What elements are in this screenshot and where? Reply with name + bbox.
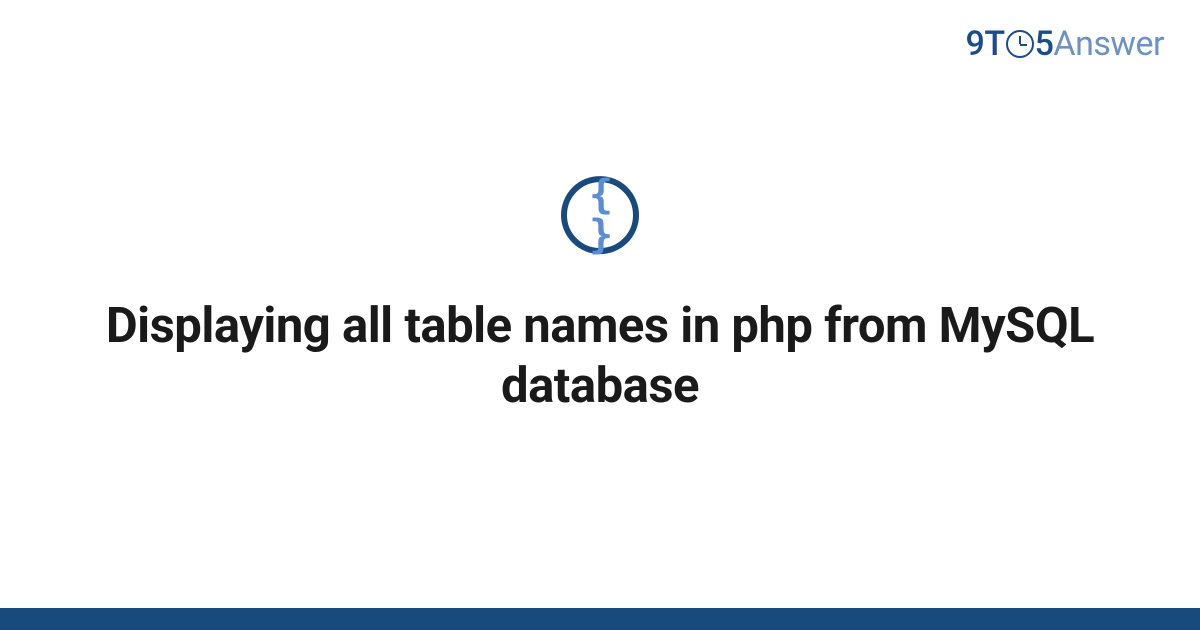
logo-text-5: 5	[1035, 24, 1054, 64]
page-title: Displaying all table names in php from M…	[60, 296, 1140, 416]
clock-icon	[1006, 30, 1034, 58]
code-braces-icon: { }	[561, 176, 639, 254]
logo-text-answer: Answer	[1053, 24, 1164, 64]
site-logo: 9T 5 Answer	[966, 24, 1164, 64]
main-content: { } Displaying all table names in php fr…	[0, 176, 1200, 416]
logo-text-9t: 9T	[966, 24, 1005, 64]
footer-bar	[0, 608, 1200, 630]
code-braces-glyph: { }	[567, 175, 633, 255]
